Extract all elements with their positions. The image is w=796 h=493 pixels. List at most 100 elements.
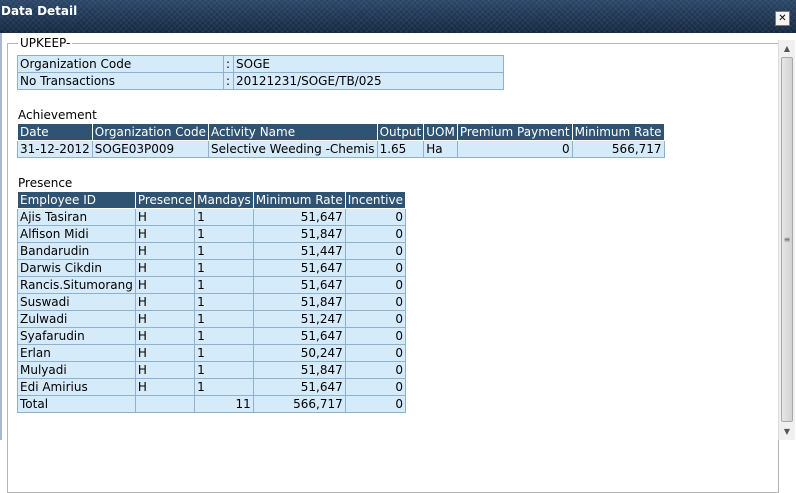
table-cell: 1	[194, 276, 254, 294]
table-row: Syafarudin H 1 51,647 0	[17, 327, 407, 345]
table-cell: Darwis Cikdin	[17, 259, 136, 277]
chevron-up-icon: ▲	[783, 44, 791, 53]
table-cell: H	[134, 225, 196, 243]
table-cell: 1	[194, 378, 254, 396]
column-header: UOM	[423, 123, 458, 141]
table-cell: 1.65	[376, 140, 425, 158]
info-label: No Transactions	[17, 72, 224, 90]
column-header: Incentive	[344, 191, 407, 209]
table-cell: H	[134, 293, 196, 311]
table-cell: 0	[344, 259, 407, 277]
table-row: Bandarudin H 1 51,447 0	[17, 242, 407, 260]
table-cell	[134, 395, 196, 413]
table-cell: H	[134, 327, 196, 345]
column-header: Minimum Rate	[252, 191, 346, 209]
info-separator: :	[223, 72, 234, 90]
presence-table: Employee ID Presence Mandays Minimum Rat…	[17, 191, 407, 413]
table-cell: Bandarudin	[17, 242, 136, 260]
table-cell: 0	[344, 395, 407, 413]
table-cell: Edi Amirius	[17, 378, 136, 396]
table-cell: 0	[344, 310, 407, 328]
table-cell: 0	[344, 361, 407, 379]
column-header: Organization Code	[91, 123, 210, 141]
table-cell: Mulyadi	[17, 361, 136, 379]
table-cell: 1	[194, 310, 254, 328]
column-header: Activity Name	[208, 123, 378, 141]
table-cell: 0	[344, 344, 407, 362]
table-cell: Rancis.Situmorang	[17, 276, 136, 294]
table-cell: 51,847	[252, 361, 346, 379]
achievement-heading: Achievement	[18, 108, 97, 122]
table-cell: 1	[194, 225, 254, 243]
info-row: No Transactions : 20121231/SOGE/TB/025	[17, 72, 504, 90]
table-cell: 51,647	[252, 276, 346, 294]
table-row: Zulwadi H 1 51,247 0	[17, 310, 407, 328]
table-cell: 51,847	[252, 293, 346, 311]
column-header: Date	[17, 123, 93, 141]
window-titlebar: Data Detail ✕	[0, 0, 796, 33]
table-cell: Ajis Tasiran	[17, 208, 136, 226]
info-value: SOGE	[233, 55, 504, 73]
column-header: Output	[376, 123, 425, 141]
table-cell: H	[134, 310, 196, 328]
table-cell: 51,647	[252, 259, 346, 277]
table-row: Alfison Midi H 1 51,847 0	[17, 225, 407, 243]
achievement-table: Date Organization Code Activity Name Out…	[17, 123, 665, 158]
table-cell: Syafarudin	[17, 327, 136, 345]
table-cell: H	[134, 361, 196, 379]
table-cell: 51,647	[252, 208, 346, 226]
presence-header-row: Employee ID Presence Mandays Minimum Rat…	[17, 191, 407, 209]
table-cell: 1	[194, 259, 254, 277]
table-cell: 31-12-2012	[17, 140, 93, 158]
column-header: Mandays	[194, 191, 254, 209]
close-button[interactable]: ✕	[775, 11, 790, 26]
table-cell: 1	[194, 293, 254, 311]
info-label: Organization Code	[17, 55, 224, 73]
window-title: Data Detail	[1, 4, 78, 18]
presence-heading: Presence	[18, 176, 73, 190]
achievement-header-row: Date Organization Code Activity Name Out…	[17, 123, 665, 141]
table-cell: 0	[344, 276, 407, 294]
table-cell: Erlan	[17, 344, 136, 362]
scroll-down-button[interactable]: ▼	[779, 423, 795, 440]
column-header: Presence	[134, 191, 196, 209]
table-cell: 0	[344, 293, 407, 311]
table-cell: Suswadi	[17, 293, 136, 311]
table-cell: 1	[194, 208, 254, 226]
table-cell: H	[134, 208, 196, 226]
table-cell: 0	[344, 242, 407, 260]
info-value: 20121231/SOGE/TB/025	[233, 72, 504, 90]
vertical-scrollbar[interactable]: ▲ ≡ ▼	[778, 40, 795, 440]
scroll-up-button[interactable]: ▲	[779, 40, 795, 57]
table-cell: 11	[194, 395, 254, 413]
table-cell: Ha	[423, 140, 458, 158]
info-row: Organization Code : SOGE	[17, 55, 504, 73]
column-header: Employee ID	[17, 191, 136, 209]
info-separator: :	[223, 55, 234, 73]
table-cell: 1	[194, 327, 254, 345]
table-row: Mulyadi H 1 51,847 0	[17, 361, 407, 379]
info-table: Organization Code : SOGE No Transactions…	[17, 55, 504, 90]
table-cell: 51,847	[252, 225, 346, 243]
fieldset-legend: UPKEEP-	[18, 36, 73, 50]
table-cell: H	[134, 242, 196, 260]
table-row: Darwis Cikdin H 1 51,647 0	[17, 259, 407, 277]
table-row: Erlan H 1 50,247 0	[17, 344, 407, 362]
scrollbar-thumb[interactable]: ≡	[781, 57, 793, 422]
chevron-down-icon: ▼	[783, 427, 791, 436]
table-cell: Alfison Midi	[17, 225, 136, 243]
dialog-content: UPKEEP- Organization Code : SOGE No Tran…	[0, 33, 796, 493]
table-cell: H	[134, 378, 196, 396]
table-cell: 1	[194, 242, 254, 260]
close-icon: ✕	[778, 12, 787, 24]
table-cell: H	[134, 259, 196, 277]
grip-icon: ≡	[783, 235, 791, 244]
table-cell: 1	[194, 361, 254, 379]
total-row: Total 11 566,717 0	[17, 395, 407, 413]
table-cell: Selective Weeding -Chemis	[208, 140, 378, 158]
table-cell: 51,647	[252, 378, 346, 396]
table-cell: 1	[194, 344, 254, 362]
table-cell: H	[134, 344, 196, 362]
column-header: Minimum Rate	[571, 123, 665, 141]
table-cell: 0	[456, 140, 573, 158]
